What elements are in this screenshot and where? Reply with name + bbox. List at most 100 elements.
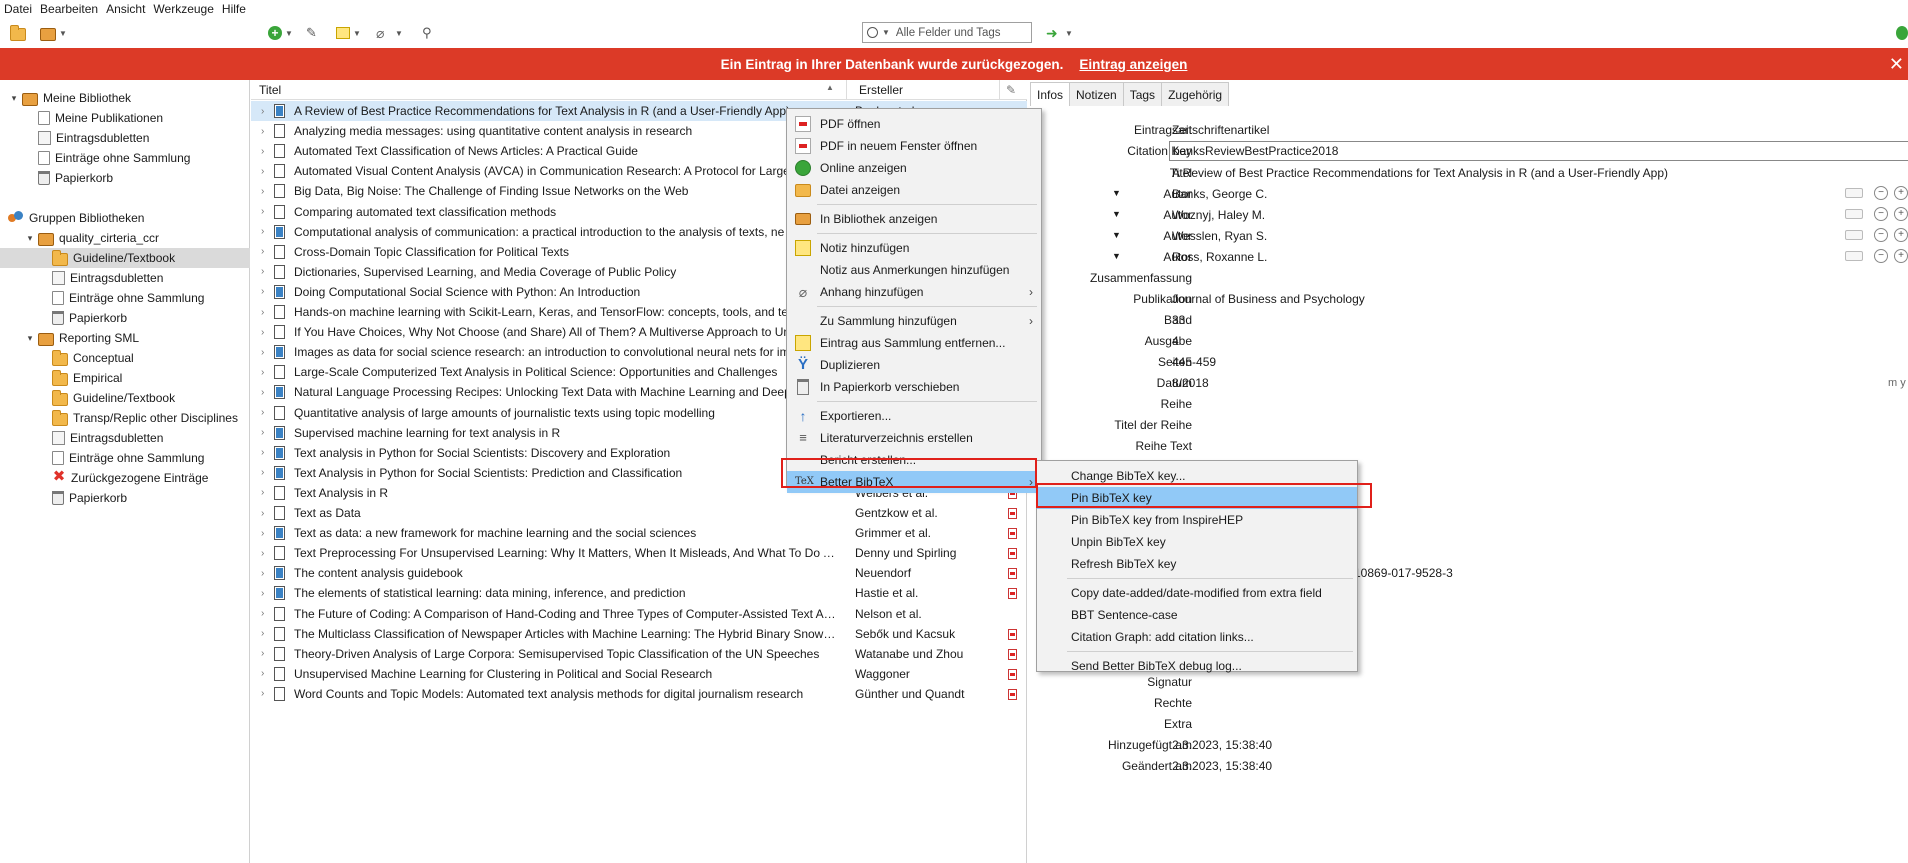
chevron-down-icon[interactable]: ▼ [1112,209,1121,219]
chevron-right-icon[interactable]: › [261,588,264,599]
chevron-right-icon[interactable]: › [261,226,264,237]
table-row[interactable]: › The Multiclass Classification of Newspa… [251,624,1027,644]
chevron-right-icon[interactable]: › [261,508,264,519]
creator-type-switch[interactable] [1845,251,1863,261]
menu-item[interactable]: Bericht erstellen... [787,449,1041,471]
tree-item[interactable]: Guideline/Textbook [52,388,175,408]
author-value[interactable]: Ross, Roxanne L. [1172,250,1267,264]
pdf-icon[interactable] [1008,648,1017,660]
minus-icon[interactable]: − [1874,186,1888,200]
menu-item[interactable]: Pin BibTeX key [1037,487,1357,509]
chevron-right-icon[interactable]: › [261,286,264,297]
field-value[interactable]: 33 [1172,313,1185,327]
minus-icon[interactable]: − [1874,228,1888,242]
tree-item[interactable]: Guideline/Textbook [0,248,250,268]
table-row[interactable]: › The Future of Coding: A Comparison of H… [251,604,1027,624]
sync-button[interactable] [1896,24,1908,42]
add-attachment-button[interactable]: ⌀ ▼ [376,24,403,42]
tree-item[interactable]: Conceptual [52,348,134,368]
chevron-right-icon[interactable]: › [261,528,264,539]
menu-item[interactable]: Pin BibTeX key from InspireHEP [1037,509,1357,531]
menu-bearbeiten[interactable]: Bearbeiten [40,2,98,16]
chevron-down-icon[interactable]: ▼ [1112,230,1121,240]
tree-item[interactable]: Transp/Replic other Disciplines [52,408,238,428]
chevron-right-icon[interactable]: › [261,126,264,137]
tree-item[interactable]: ✖ Zurückgezogene Einträge [52,468,209,488]
close-icon[interactable]: ✕ [1889,54,1904,75]
tree-item[interactable]: Einträge ohne Sammlung [52,448,204,468]
add-by-identifier-button[interactable]: ✎ [306,24,322,42]
item-type-value[interactable]: Zeitschriftenartikel [1172,123,1269,137]
tree-item[interactable]: Einträge ohne Sammlung [52,288,204,308]
pdf-icon[interactable] [1008,628,1017,640]
menu-item[interactable]: Copy date-added/date-modified from extra… [1037,582,1357,604]
column-divider[interactable] [846,80,847,100]
creator-type-switch[interactable] [1845,209,1863,219]
tree-item[interactable]: ▾ quality_cirteria_ccr [24,228,159,248]
tree-item[interactable]: Einträge ohne Sammlung [38,148,190,168]
creator-type-switch[interactable] [1845,230,1863,240]
menu-item[interactable]: Notiz hinzufügen [787,237,1041,259]
chevron-right-icon[interactable]: › [261,166,264,177]
menu-item[interactable]: Send Better BibTeX debug log... [1037,655,1357,677]
menu-item[interactable]: Datei anzeigen [787,179,1041,201]
menu-item[interactable]: Zu Sammlung hinzufügen › [787,310,1041,332]
chevron-right-icon[interactable]: › [261,186,264,197]
chevron-right-icon[interactable]: › [261,447,264,458]
table-row[interactable]: › Theory-Driven Analysis of Large Corpora… [251,644,1027,664]
pdf-icon[interactable] [1008,568,1017,580]
chevron-right-icon[interactable]: › [261,206,264,217]
author-value[interactable]: Banks, George C. [1172,187,1267,201]
new-collection-button[interactable] [10,24,26,42]
table-row[interactable]: › Word Counts and Topic Models: Automated… [251,684,1027,704]
tree-item[interactable]: Eintragsdubletten [52,428,163,448]
chevron-down-icon[interactable]: ▼ [1112,251,1121,261]
menu-item[interactable]: Online anzeigen [787,157,1041,179]
chevron-right-icon[interactable]: › [261,467,264,478]
pdf-icon[interactable] [1008,508,1017,519]
pdf-icon[interactable] [1008,548,1017,560]
pdf-icon[interactable] [1008,668,1017,680]
tab-notizen[interactable]: Notizen [1069,82,1124,106]
column-title[interactable]: Titel [259,83,281,97]
field-value[interactable]: 2.3.2023, 15:38:40 [1172,738,1272,752]
show-item-link[interactable]: Eintrag anzeigen [1079,57,1187,72]
pdf-icon[interactable] [1008,528,1017,540]
chevron-down-icon[interactable]: ▾ [24,333,36,344]
menu-item[interactable]: Change BibTeX key... [1037,465,1357,487]
pdf-icon[interactable] [1008,588,1017,600]
menu-item[interactable]: BBT Sentence-case [1037,604,1357,626]
chevron-right-icon[interactable]: › [261,146,264,157]
column-divider[interactable] [999,80,1000,100]
menu-item[interactable]: Ÿ Duplizieren [787,354,1041,376]
tab-infos[interactable]: Infos [1030,82,1071,106]
advanced-search-button[interactable]: ⚲ [422,24,438,42]
menu-item[interactable]: TeX Better BibTeX › [787,471,1041,493]
chevron-right-icon[interactable]: › [261,668,264,679]
tree-item[interactable]: Empirical [52,368,122,388]
menu-item[interactable]: ≡ Literaturverzeichnis erstellen [787,427,1041,449]
table-row[interactable]: › Unsupervised Machine Learning for Clust… [251,664,1027,684]
tree-item[interactable]: Papierkorb [38,168,113,188]
chevron-right-icon[interactable]: › [261,568,264,579]
menu-item[interactable]: Eintrag aus Sammlung entfernen... [787,332,1041,354]
field-value[interactable]: Journal of Business and Psychology [1172,292,1365,306]
author-value[interactable]: Woznyj, Haley M. [1172,208,1265,222]
menu-datei[interactable]: Datei [4,2,32,16]
chevron-down-icon[interactable]: ▾ [8,93,20,104]
table-row[interactable]: › Text Preprocessing For Unsupervised Lea… [251,543,1027,563]
menu-werkzeuge[interactable]: Werkzeuge [153,2,213,16]
author-value[interactable]: Wesslen, Ryan S. [1172,229,1267,243]
doi-value[interactable]: 10869-017-9528-3 [1354,566,1453,580]
menu-item[interactable]: In Papierkorb verschieben [787,376,1041,398]
table-row[interactable]: › The elements of statistical learning: d… [251,583,1027,603]
field-value[interactable]: 8/2018 [1172,376,1209,390]
chevron-right-icon[interactable]: › [261,307,264,318]
chevron-right-icon[interactable]: › [261,487,264,498]
chevron-right-icon[interactable]: › [261,407,264,418]
chevron-right-icon[interactable]: › [261,106,264,117]
new-item-button[interactable]: + ▼ [268,24,293,42]
tab-tags[interactable]: Tags [1122,82,1163,106]
tree-item[interactable]: Eintragsdubletten [38,128,149,148]
citation-key-field[interactable]: banksReviewBestPractice2018 [1169,141,1908,161]
